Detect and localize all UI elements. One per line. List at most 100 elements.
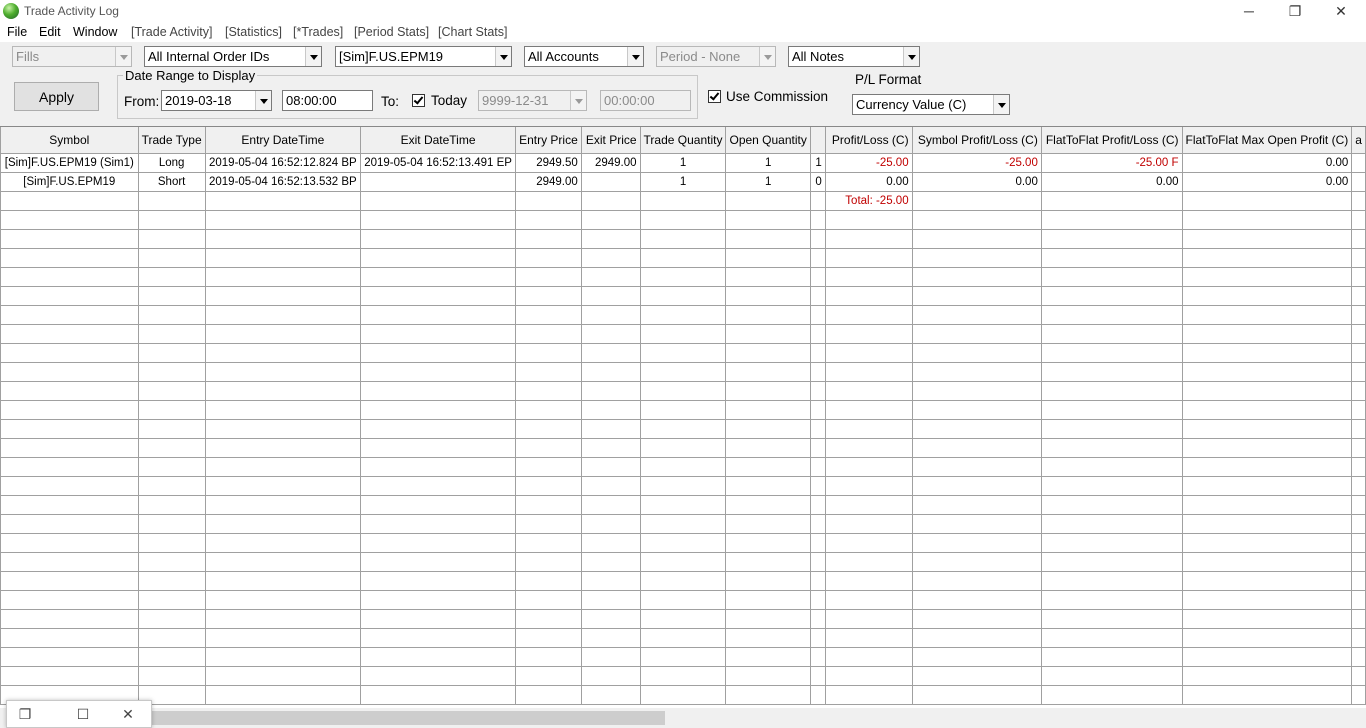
- accounts-dropdown[interactable]: All Accounts: [524, 46, 644, 67]
- column-header[interactable]: Symbol Profit/Loss (C): [911, 127, 1042, 154]
- order-ids-dropdown[interactable]: All Internal Order IDs: [144, 46, 322, 67]
- column-header[interactable]: Profit/Loss (C): [824, 127, 913, 154]
- menu-statistics[interactable]: [Statistics]: [225, 25, 282, 39]
- table-row[interactable]: [0, 551, 1366, 572]
- menu-window[interactable]: Window: [73, 25, 117, 39]
- table-cell: [639, 589, 727, 610]
- column-header[interactable]: Exit DateTime: [360, 127, 517, 154]
- table-row[interactable]: [0, 646, 1366, 667]
- from-time-input[interactable]: 08:00:00: [282, 90, 373, 111]
- menu-edit[interactable]: Edit: [39, 25, 61, 39]
- table-row[interactable]: [0, 304, 1366, 325]
- table-row[interactable]: [0, 608, 1366, 629]
- table-cell: [639, 228, 727, 249]
- chevron-down-icon[interactable]: [495, 47, 511, 66]
- menu-period-stats[interactable]: [Period Stats]: [354, 25, 429, 39]
- chevron-down-icon[interactable]: [993, 95, 1009, 114]
- table-row[interactable]: [0, 475, 1366, 496]
- column-header[interactable]: a: [1351, 127, 1366, 154]
- menu-file[interactable]: File: [7, 25, 27, 39]
- restore-button[interactable]: ❐: [1272, 0, 1318, 22]
- table-row[interactable]: [0, 418, 1366, 439]
- table-cell: [639, 247, 727, 268]
- table-row[interactable]: [0, 266, 1366, 287]
- table-row[interactable]: [0, 589, 1366, 610]
- chevron-down-icon[interactable]: [305, 47, 321, 66]
- table-row[interactable]: [0, 513, 1366, 534]
- column-header[interactable]: FlatToFlat Profit/Loss (C): [1040, 127, 1183, 154]
- close-button[interactable]: ✕: [1318, 0, 1364, 22]
- table-cell: [1181, 304, 1353, 325]
- today-label: Today: [431, 93, 468, 108]
- column-header[interactable]: FlatToFlat Max Open Profit (C): [1181, 127, 1353, 154]
- restore-icon[interactable]: ❐: [17, 706, 33, 722]
- table-row[interactable]: [0, 228, 1366, 249]
- horizontal-scrollbar[interactable]: [0, 708, 1366, 728]
- column-header[interactable]: Entry Price: [515, 127, 582, 154]
- maximize-icon[interactable]: ☐: [75, 706, 91, 722]
- pl-format-dropdown[interactable]: Currency Value (C): [852, 94, 1010, 115]
- table-cell: -25.00: [911, 152, 1042, 173]
- table-row[interactable]: [Sim]F.US.EPM19 (Sim1) Long 2019-05-04 16:…: [0, 152, 1366, 173]
- today-checkbox[interactable]: [412, 94, 425, 107]
- table-row[interactable]: [0, 399, 1366, 420]
- table-row[interactable]: [Sim]F.US.EPM19 Short 2019-05-04 16:52:13.…: [0, 171, 1366, 192]
- table-cell: [360, 475, 517, 496]
- table-cell: [137, 437, 206, 458]
- table-row[interactable]: [0, 380, 1366, 401]
- table-cell: [1040, 608, 1183, 629]
- apply-button[interactable]: Apply: [14, 82, 99, 111]
- minimize-button[interactable]: ─: [1226, 0, 1272, 22]
- table-row[interactable]: [0, 456, 1366, 477]
- table-row[interactable]: [0, 247, 1366, 268]
- table-cell: [515, 209, 582, 230]
- table-cell: [204, 285, 362, 306]
- table-row[interactable]: [0, 627, 1366, 648]
- table-row[interactable]: [0, 684, 1366, 705]
- table-row[interactable]: Total: -25.00: [0, 190, 1366, 211]
- from-date-picker[interactable]: 2019-03-18: [161, 90, 272, 111]
- table-cell: [204, 627, 362, 648]
- table-cell: [204, 570, 362, 591]
- table-cell: [360, 532, 517, 553]
- menu-trade-activity[interactable]: [Trade Activity]: [131, 25, 213, 39]
- column-header[interactable]: [809, 127, 826, 154]
- minimized-window[interactable]: ❐ ☐ ✕: [6, 700, 152, 728]
- table-cell: [639, 684, 727, 705]
- table-row[interactable]: [0, 361, 1366, 382]
- table-cell: [1181, 209, 1353, 230]
- table-row[interactable]: [0, 342, 1366, 363]
- table-cell: [137, 646, 206, 667]
- table-row[interactable]: [0, 323, 1366, 344]
- menu-trades[interactable]: [*Trades]: [293, 25, 343, 39]
- column-header[interactable]: Entry DateTime: [204, 127, 362, 154]
- table-cell: [911, 399, 1042, 420]
- column-header[interactable]: Symbol: [0, 127, 139, 154]
- use-commission-checkbox[interactable]: [708, 90, 721, 103]
- trade-table: Symbol Trade Type Entry DateTime Exit DateT…: [0, 127, 1366, 705]
- table-cell: [0, 627, 139, 648]
- column-header[interactable]: Open Quantity: [725, 127, 811, 154]
- table-cell: [580, 266, 641, 287]
- table-row[interactable]: [0, 532, 1366, 553]
- scrollbar-thumb[interactable]: [152, 711, 665, 725]
- table-row[interactable]: [0, 437, 1366, 458]
- column-header[interactable]: Trade Quantity: [639, 127, 727, 154]
- table-cell: [824, 247, 913, 268]
- column-header[interactable]: Trade Type: [137, 127, 206, 154]
- table-row[interactable]: [0, 494, 1366, 515]
- notes-dropdown[interactable]: All Notes: [788, 46, 920, 67]
- column-header[interactable]: Exit Price: [580, 127, 641, 154]
- menu-chart-stats[interactable]: [Chart Stats]: [438, 25, 507, 39]
- chevron-down-icon[interactable]: [627, 47, 643, 66]
- table-row[interactable]: [0, 285, 1366, 306]
- table-row[interactable]: [0, 209, 1366, 230]
- table-row[interactable]: [0, 665, 1366, 686]
- table-row[interactable]: [0, 570, 1366, 591]
- symbol-dropdown[interactable]: [Sim]F.US.EPM19: [335, 46, 512, 67]
- chevron-down-icon[interactable]: [255, 91, 271, 110]
- table-cell: [515, 589, 582, 610]
- close-icon[interactable]: ✕: [120, 706, 136, 722]
- chevron-down-icon[interactable]: [903, 47, 919, 66]
- table-cell: [0, 646, 139, 667]
